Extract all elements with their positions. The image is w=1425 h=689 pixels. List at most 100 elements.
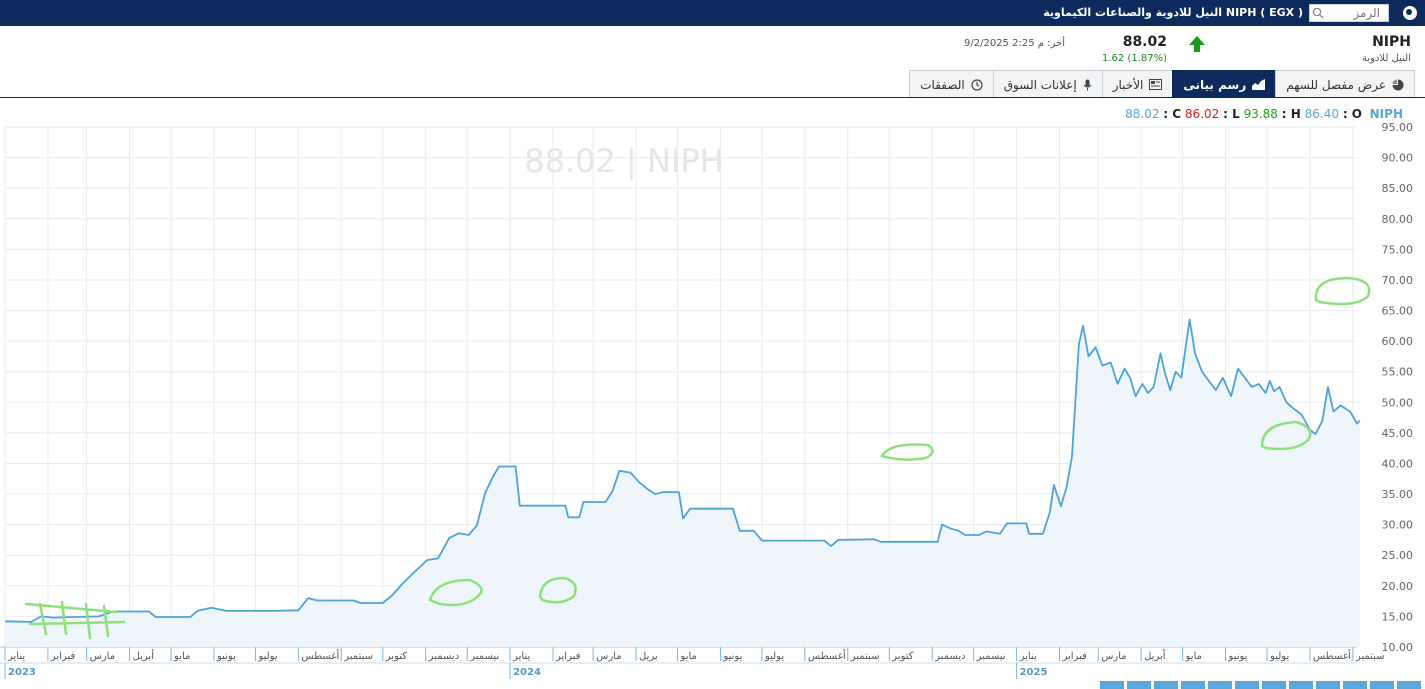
x-tick-label: فبراير — [555, 651, 581, 662]
year-label: 2025 — [1020, 667, 1048, 678]
x-tick-label: فبراير — [1061, 651, 1087, 662]
x-tick-label: أبريل — [1144, 649, 1166, 662]
x-tick-label: يونيو — [722, 651, 742, 662]
y-tick-label: 25.00 — [1382, 549, 1414, 562]
x-tick-label: يناير — [1019, 651, 1037, 662]
tab-label: إعلانات السوق — [1003, 77, 1077, 92]
search-icon[interactable] — [1310, 5, 1326, 21]
y-tick-label: 75.00 — [1382, 243, 1414, 256]
ohlc-close-label: C — [1172, 107, 1182, 121]
y-tick-label: 10.00 — [1382, 641, 1414, 654]
navigator-block — [1208, 681, 1232, 689]
x-tick-label: سبتمبر — [1355, 651, 1385, 662]
y-tick-label: 50.00 — [1382, 396, 1414, 409]
navigator-block — [1370, 681, 1394, 689]
ohlc-open-value: 86.40 — [1304, 107, 1339, 121]
ohlc-high-value: 93.88 — [1243, 107, 1278, 121]
last-update-label: أخر: — [1047, 38, 1065, 49]
top-bar: NIPH ( EGX ) النيل للادوية والصناعات الك… — [0, 0, 1425, 26]
change-percent: (1.87%) — [1127, 53, 1167, 64]
tab-bar: عرض مفصل للسهم رسم بيانى الأخبار إعلانات… — [909, 70, 1415, 98]
navigator-block — [1127, 681, 1151, 689]
last-update: أخر: م 2:25 9/2/2025 — [964, 38, 1065, 49]
x-tick-label: ديسمبر — [428, 651, 459, 662]
annotation-circle — [1314, 276, 1371, 306]
y-tick-label: 70.00 — [1382, 274, 1414, 287]
y-tick-label: 85.00 — [1382, 182, 1414, 195]
x-tick-label: مايو — [680, 651, 697, 662]
y-tick-label: 95.00 — [1382, 121, 1414, 134]
microphone-icon — [1083, 79, 1092, 90]
area-chart-icon — [1252, 79, 1266, 90]
y-tick-label: 15.00 — [1382, 610, 1414, 623]
site-logo-icon[interactable] — [1403, 6, 1417, 20]
ohlc-symbol: NIPH — [1369, 107, 1403, 121]
x-tick-label: سبتمبر — [850, 651, 880, 662]
x-tick-label: مارس — [90, 651, 115, 662]
x-tick-label: يونيو — [1228, 651, 1248, 662]
ohlc-legend: 88.02 : C 86.02 : L 93.88 : H 86.40 : O … — [1125, 107, 1403, 121]
y-tick-label: 55.00 — [1382, 366, 1414, 379]
navigator-block — [1181, 681, 1205, 689]
y-tick-label: 35.00 — [1382, 488, 1414, 501]
x-tick-label: نيسمبر — [469, 651, 499, 662]
tab-stock-details[interactable]: عرض مفصل للسهم — [1275, 70, 1415, 98]
last-update-time: م 2:25 9/2/2025 — [964, 38, 1044, 49]
tab-label: الصفقات — [920, 77, 965, 92]
last-price: 88.02 — [1122, 34, 1167, 50]
x-tick-label: يونيو — [216, 651, 236, 662]
x-tick-label: فبراير — [50, 651, 76, 662]
tab-news[interactable]: الأخبار — [1101, 70, 1174, 98]
pie-icon — [1392, 79, 1404, 90]
change-value: 1.62 — [1101, 53, 1125, 64]
ohlc-low-value: 86.02 — [1184, 107, 1220, 121]
x-tick-label: مايو — [1185, 651, 1202, 662]
y-tick-label: 80.00 — [1382, 213, 1414, 226]
tab-label: عرض مفصل للسهم — [1286, 77, 1386, 92]
navigator-block — [1235, 681, 1259, 689]
tab-chart[interactable]: رسم بيانى — [1172, 70, 1277, 98]
x-tick-label: أغسطس — [1313, 649, 1351, 662]
x-tick-label: يوليو — [1269, 651, 1289, 662]
y-tick-label: 60.00 — [1382, 335, 1414, 348]
y-tick-label: 45.00 — [1382, 427, 1414, 440]
y-tick-label: 30.00 — [1382, 519, 1414, 532]
x-tick-label: بريل — [639, 651, 658, 662]
x-tick-label: أبريل — [133, 649, 155, 662]
tab-trades[interactable]: الصفقات — [909, 70, 994, 98]
x-tick-label: سبتمبر — [343, 651, 373, 662]
page-title: NIPH ( EGX ) النيل للادوية والصناعات الك… — [1043, 6, 1303, 19]
navigator-block — [1397, 681, 1421, 689]
tab-label: الأخبار — [1112, 77, 1144, 92]
symbol-search[interactable] — [1309, 4, 1389, 22]
navigator-block — [1154, 681, 1178, 689]
chart-watermark: 88.02 | NIPH — [524, 142, 723, 180]
navigator-block — [1316, 681, 1340, 689]
symbol-search-input[interactable] — [1326, 5, 1384, 21]
x-tick-label: نيسمبر — [976, 651, 1006, 662]
newspaper-icon — [1149, 79, 1163, 90]
y-tick-label: 90.00 — [1382, 152, 1414, 165]
x-tick-label: كتوبر — [891, 651, 913, 662]
year-label: 2023 — [8, 667, 36, 678]
price-chart[interactable]: 10.00 15.00 20.00 25.00 30.00 35.00 40.00 45.00… — [0, 120, 1425, 689]
ohlc-high-label: H — [1290, 107, 1301, 121]
x-tick-label: مايو — [173, 651, 190, 662]
navigator-block — [1289, 681, 1313, 689]
x-tick-label: يناير — [7, 651, 25, 662]
tab-label: رسم بيانى — [1183, 77, 1247, 92]
x-tick-label: ديسمبر — [934, 651, 965, 662]
x-tick-label: مارس — [596, 651, 621, 662]
navigator-block — [1100, 681, 1124, 689]
x-tick-label: أغسطس — [808, 649, 846, 662]
up-arrow-icon — [1187, 34, 1207, 58]
tab-underline — [0, 97, 1425, 98]
ohlc-close-value: 88.02 — [1125, 107, 1160, 121]
y-tick-label: 20.00 — [1382, 580, 1414, 593]
tab-announcements[interactable]: إعلانات السوق — [992, 70, 1103, 98]
x-tick-label: كتوبر — [385, 651, 407, 662]
year-label: 2024 — [513, 667, 541, 678]
price-change: 1.62 (1.87%) — [1102, 53, 1167, 64]
x-tick-label: يوليو — [764, 651, 784, 662]
x-tick-label: يناير — [512, 651, 530, 662]
